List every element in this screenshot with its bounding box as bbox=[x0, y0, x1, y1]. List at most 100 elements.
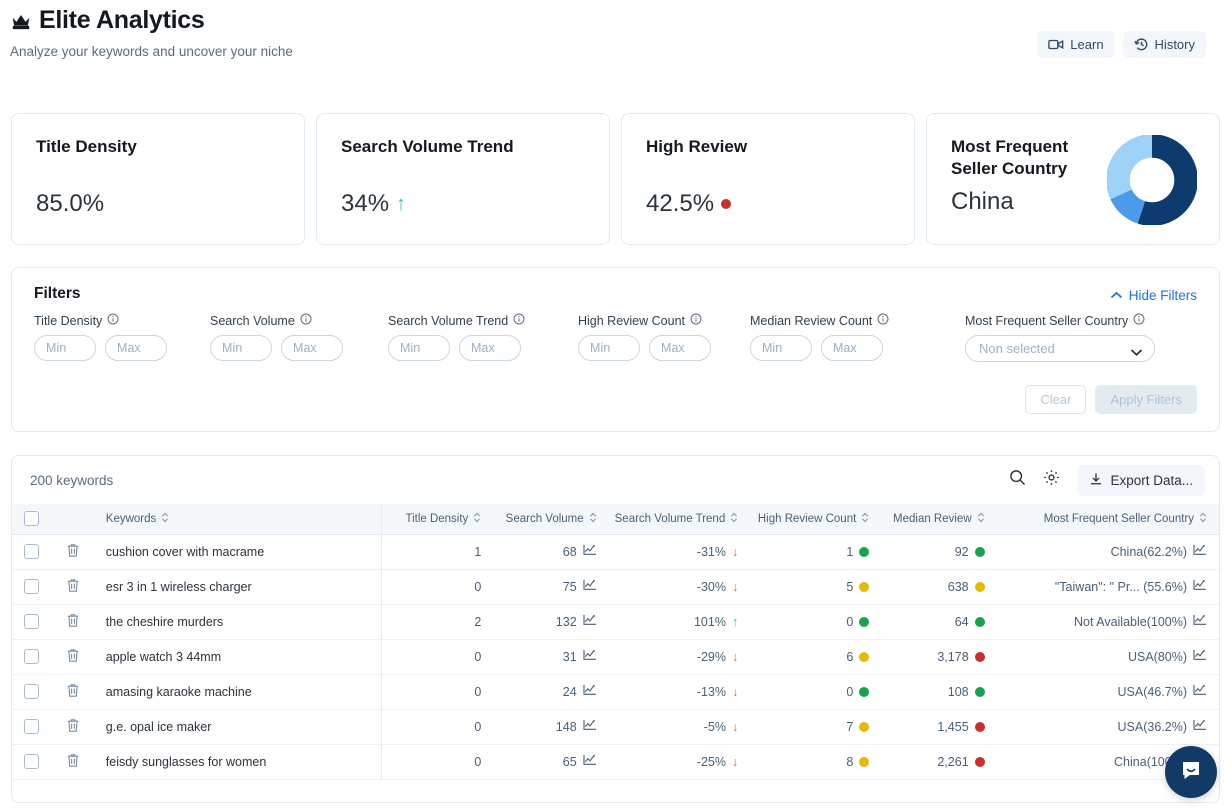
table-row[interactable]: cushion cover with macrame168-31%↓192Chi… bbox=[12, 534, 1219, 569]
trend-value: 101% bbox=[694, 615, 726, 629]
row-checkbox[interactable] bbox=[24, 579, 39, 594]
status-dot-icon bbox=[975, 582, 985, 592]
high-review-value: 7 bbox=[846, 720, 853, 734]
table-row[interactable]: g.e. opal ice maker0148-5%↓71,455USA(36.… bbox=[12, 709, 1219, 744]
header-search-volume[interactable]: Search Volume bbox=[493, 504, 608, 534]
header-label: Median Review bbox=[893, 513, 972, 525]
row-trend-cell: -30%↓ bbox=[609, 569, 751, 604]
clear-filters-button[interactable]: Clear bbox=[1025, 385, 1086, 414]
median-review-value: 3,178 bbox=[937, 650, 968, 664]
row-checkbox[interactable] bbox=[24, 684, 39, 699]
header-high-review-count[interactable]: High Review Count bbox=[750, 504, 881, 534]
info-icon[interactable] bbox=[1133, 313, 1145, 328]
filter-min-input[interactable] bbox=[388, 335, 450, 361]
table-row[interactable]: apple watch 3 44mm031-29%↓63,178USA(80%) bbox=[12, 639, 1219, 674]
sparkline-icon[interactable] bbox=[583, 684, 597, 699]
row-checkbox[interactable] bbox=[24, 544, 39, 559]
header-search-volume-trend[interactable]: Search Volume Trend bbox=[609, 504, 751, 534]
trash-icon[interactable] bbox=[66, 652, 80, 666]
sparkline-icon[interactable] bbox=[1193, 579, 1207, 594]
sparkline-icon[interactable] bbox=[583, 544, 597, 559]
filter-label: Search Volume Trend bbox=[388, 313, 578, 328]
sparkline-icon[interactable] bbox=[1193, 544, 1207, 559]
select-all-checkbox[interactable] bbox=[24, 511, 39, 526]
sort-icon[interactable] bbox=[730, 512, 738, 526]
sparkline-icon[interactable] bbox=[583, 579, 597, 594]
trash-icon[interactable] bbox=[66, 547, 80, 561]
sparkline-icon[interactable] bbox=[1193, 719, 1207, 734]
sparkline-icon[interactable] bbox=[583, 754, 597, 769]
trend-value: -31% bbox=[697, 545, 726, 559]
metric-card-most-frequent-seller-country: Most Frequent Seller Country China bbox=[926, 113, 1220, 245]
card-value: China bbox=[951, 188, 1014, 216]
header-actions: Learn History bbox=[1037, 31, 1206, 58]
table-row[interactable]: esr 3 in 1 wireless charger075-30%↓5638"… bbox=[12, 569, 1219, 604]
hide-filters-toggle[interactable]: Hide Filters bbox=[1110, 288, 1197, 303]
trash-icon[interactable] bbox=[66, 617, 80, 631]
info-icon[interactable] bbox=[513, 313, 525, 328]
header-title-density[interactable]: Title Density bbox=[381, 504, 493, 534]
status-dot-icon bbox=[859, 687, 869, 697]
sort-icon[interactable] bbox=[861, 512, 869, 526]
row-delete-cell bbox=[54, 674, 94, 709]
info-icon[interactable] bbox=[300, 313, 312, 328]
history-button[interactable]: History bbox=[1123, 31, 1206, 58]
trash-icon[interactable] bbox=[66, 687, 80, 701]
learn-button[interactable]: Learn bbox=[1037, 31, 1114, 58]
video-camera-icon bbox=[1048, 38, 1064, 51]
filter-max-input[interactable] bbox=[821, 335, 883, 361]
filter-min-input[interactable] bbox=[578, 335, 640, 361]
sparkline-icon[interactable] bbox=[1193, 684, 1207, 699]
trend-value: -25% bbox=[697, 755, 726, 769]
table-row[interactable]: amasing karaoke machine024-13%↓0108USA(4… bbox=[12, 674, 1219, 709]
delete-header bbox=[54, 504, 94, 534]
card-value-wrap: 42.5% bbox=[646, 190, 731, 218]
table-toolbar-actions: Export Data... bbox=[1009, 465, 1205, 496]
row-checkbox[interactable] bbox=[24, 614, 39, 629]
sort-icon[interactable] bbox=[1199, 512, 1207, 526]
sparkline-icon[interactable] bbox=[583, 614, 597, 629]
sparkline-icon[interactable] bbox=[1193, 614, 1207, 629]
trash-icon[interactable] bbox=[66, 722, 80, 736]
table-row[interactable]: feisdy sunglasses for women065-25%↓82,26… bbox=[12, 744, 1219, 779]
sort-icon[interactable] bbox=[977, 512, 985, 526]
header-keywords[interactable]: Keywords bbox=[94, 504, 381, 534]
filter-min-input[interactable] bbox=[34, 335, 96, 361]
header-median-review[interactable]: Median Review bbox=[881, 504, 996, 534]
row-checkbox[interactable] bbox=[24, 649, 39, 664]
filter-label-text: Title Density bbox=[34, 314, 102, 328]
page-header: Elite Analytics Analyze your keywords an… bbox=[0, 0, 1231, 92]
sort-icon[interactable] bbox=[161, 512, 169, 526]
export-data-button[interactable]: Export Data... bbox=[1077, 465, 1205, 496]
median-review-value: 2,261 bbox=[937, 755, 968, 769]
filters-title: Filters bbox=[34, 285, 81, 303]
filter-max-input[interactable] bbox=[105, 335, 167, 361]
row-checkbox[interactable] bbox=[24, 719, 39, 734]
keyword-text: the cheshire murders bbox=[106, 615, 223, 629]
filter-min-input[interactable] bbox=[210, 335, 272, 361]
row-checkbox[interactable] bbox=[24, 754, 39, 769]
info-icon[interactable] bbox=[690, 313, 702, 328]
sparkline-icon[interactable] bbox=[583, 719, 597, 734]
filter-max-input[interactable] bbox=[281, 335, 343, 361]
filter-min-input[interactable] bbox=[750, 335, 812, 361]
sparkline-icon[interactable] bbox=[583, 649, 597, 664]
search-icon[interactable] bbox=[1009, 469, 1026, 491]
gear-icon[interactable] bbox=[1043, 469, 1060, 491]
trash-icon[interactable] bbox=[66, 582, 80, 596]
info-icon[interactable] bbox=[877, 313, 889, 328]
filter-max-input[interactable] bbox=[649, 335, 711, 361]
hide-filters-label: Hide Filters bbox=[1129, 288, 1197, 303]
filter-max-input[interactable] bbox=[459, 335, 521, 361]
country-select[interactable]: Non selected bbox=[965, 335, 1155, 362]
sparkline-icon[interactable] bbox=[1193, 649, 1207, 664]
search-volume-value: 31 bbox=[563, 650, 577, 664]
trash-icon[interactable] bbox=[66, 757, 80, 771]
sort-icon[interactable] bbox=[473, 512, 481, 526]
table-row[interactable]: the cheshire murders2132101%↑064Not Avai… bbox=[12, 604, 1219, 639]
header-most-frequent-seller-country[interactable]: Most Frequent Seller Country bbox=[997, 504, 1219, 534]
apply-filters-button[interactable]: Apply Filters bbox=[1095, 385, 1197, 414]
chat-launcher-button[interactable] bbox=[1165, 746, 1217, 798]
info-icon[interactable] bbox=[107, 313, 119, 328]
sort-icon[interactable] bbox=[589, 512, 597, 526]
